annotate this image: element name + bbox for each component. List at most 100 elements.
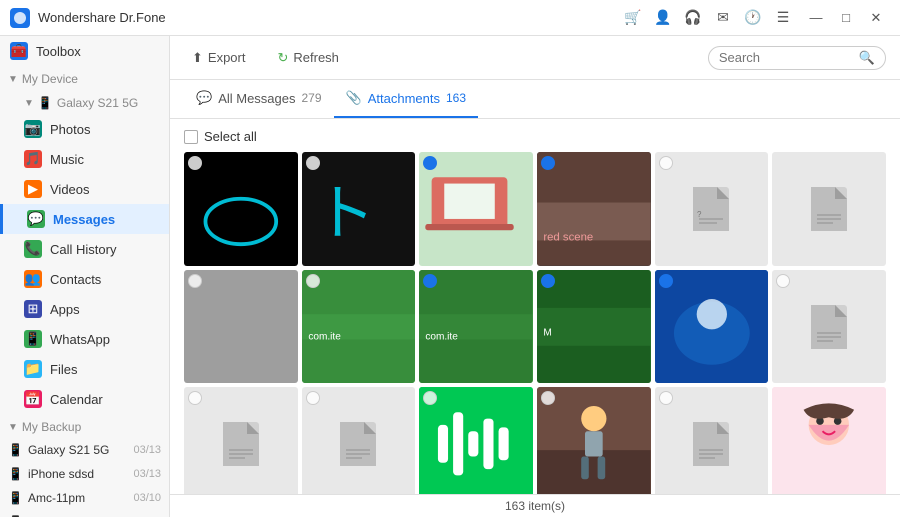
sidebar-item-messages[interactable]: 💬 Messages xyxy=(0,204,169,234)
messages-icon: 💬 xyxy=(27,210,45,228)
grid-cell-2-5[interactable] xyxy=(655,270,769,384)
sidebar-item-toolbox[interactable]: 🧰 Toolbox xyxy=(0,36,169,66)
grid-cell-3-2[interactable] xyxy=(302,387,416,494)
sidebar-section-my-backup[interactable]: ▼ My Backup xyxy=(0,414,169,438)
sidebar-item-contacts[interactable]: 👥 Contacts xyxy=(0,264,169,294)
select-all-checkbox[interactable] xyxy=(184,130,198,144)
grid-cell-2-2[interactable]: com.ite xyxy=(302,270,416,384)
sidebar-item-music[interactable]: 🎵 Music xyxy=(0,144,169,174)
cart-icon[interactable]: 🛒 xyxy=(624,9,642,27)
tab-all-messages[interactable]: 💬 All Messages 279 xyxy=(184,80,334,118)
music-icon: 🎵 xyxy=(24,150,42,168)
cell-checkbox[interactable] xyxy=(659,156,673,170)
export-button[interactable]: ⬆ Export xyxy=(184,46,253,70)
apps-icon: ⊞ xyxy=(24,300,42,318)
cell-checkbox[interactable] xyxy=(659,391,673,405)
backup-device-amc[interactable]: 📱 Amc-11pm 03/10 xyxy=(0,486,169,510)
grid-cell-2-1[interactable] xyxy=(184,270,298,384)
cell-checkbox[interactable] xyxy=(306,156,320,170)
attachments-label: Attachments xyxy=(368,91,440,106)
my-backup-label: My Backup xyxy=(22,420,81,434)
backup-device-icon: 📱 xyxy=(8,443,23,457)
sidebar-item-videos[interactable]: ▶ Videos xyxy=(0,174,169,204)
export-label: Export xyxy=(208,50,246,65)
sidebar-item-calendar[interactable]: 📅 Calendar xyxy=(0,384,169,414)
svg-text:?: ? xyxy=(697,210,702,219)
maximize-button[interactable]: □ xyxy=(832,4,860,32)
profile-icon[interactable]: 👤 xyxy=(654,9,672,27)
backup-device-date3: 03/10 xyxy=(133,492,161,504)
svg-text:M: M xyxy=(543,327,551,338)
select-all-row: Select all xyxy=(184,129,886,144)
grid-cell-2-4[interactable]: M xyxy=(537,270,651,384)
search-input[interactable] xyxy=(719,50,859,65)
backup-device-name3: Amc-11pm xyxy=(28,491,85,505)
window-controls: — □ ✕ xyxy=(802,4,890,32)
search-box[interactable]: 🔍 xyxy=(708,46,886,70)
grid-cell-2-6[interactable] xyxy=(772,270,886,384)
grid-cell-3-4[interactable] xyxy=(537,387,651,494)
cell-checkbox[interactable] xyxy=(306,274,320,288)
grid-cell-3-5[interactable] xyxy=(655,387,769,494)
backup-device-name: Galaxy S21 5G xyxy=(28,443,109,457)
sidebar-item-whatsapp[interactable]: 📱 WhatsApp xyxy=(0,324,169,354)
sidebar-device-galaxy[interactable]: ▼ 📱 Galaxy S21 5G xyxy=(0,90,169,114)
cell-checkbox[interactable] xyxy=(541,274,555,288)
main-layout: 🧰 Toolbox ▼ My Device ▼ 📱 Galaxy S21 5G … xyxy=(0,36,900,517)
device-name: Galaxy S21 5G xyxy=(57,96,138,110)
headset-icon[interactable]: 🎧 xyxy=(684,9,702,27)
grid-cell-3-1[interactable] xyxy=(184,387,298,494)
item-count: 163 item(s) xyxy=(505,499,565,513)
backup-device-iphone-sdsd[interactable]: 📱 iPhone sdsd 03/13 xyxy=(0,462,169,486)
refresh-button[interactable]: ↻ Refresh xyxy=(269,46,346,70)
grid-cell-1-5[interactable]: ? xyxy=(655,152,769,266)
sidebar-item-photos[interactable]: 📷 Photos xyxy=(0,114,169,144)
videos-label: Videos xyxy=(50,182,90,197)
menu-icon[interactable]: ☰ xyxy=(774,9,792,27)
sidebar-section-my-device[interactable]: ▼ My Device xyxy=(0,66,169,90)
attachments-count: 163 xyxy=(446,91,466,105)
cell-checkbox[interactable] xyxy=(776,274,790,288)
grid-cell-1-2[interactable]: ト xyxy=(302,152,416,266)
grid-cell-1-3[interactable] xyxy=(419,152,533,266)
cell-checkbox[interactable] xyxy=(659,274,673,288)
grid-cell-3-6[interactable] xyxy=(772,387,886,494)
grid-row-2: com.ite com.ite xyxy=(184,270,886,384)
backup-device-date2: 03/13 xyxy=(133,468,161,480)
tab-attachments[interactable]: 📎 Attachments 163 xyxy=(334,80,478,118)
export-icon: ⬆ xyxy=(192,50,203,66)
backup-device-galaxy[interactable]: 📱 Galaxy S21 5G 03/13 xyxy=(0,438,169,462)
cell-checkbox[interactable] xyxy=(423,274,437,288)
cell-checkbox[interactable] xyxy=(306,391,320,405)
refresh-label: Refresh xyxy=(293,50,339,65)
photos-icon: 📷 xyxy=(24,120,42,138)
grid-cell-1-6[interactable] xyxy=(772,152,886,266)
attachments-tab-icon: 📎 xyxy=(346,90,362,106)
close-button[interactable]: ✕ xyxy=(862,4,890,32)
cell-checkbox[interactable] xyxy=(188,156,202,170)
grid-row-1: ト xyxy=(184,152,886,266)
mail-icon[interactable]: ✉ xyxy=(714,9,732,27)
grid-cell-3-3[interactable] xyxy=(419,387,533,494)
calendar-label: Calendar xyxy=(50,392,103,407)
sidebar-item-apps[interactable]: ⊞ Apps xyxy=(0,294,169,324)
history-icon[interactable]: 🕐 xyxy=(744,9,762,27)
grid-cell-1-4[interactable]: red scene xyxy=(537,152,651,266)
call-history-icon: 📞 xyxy=(24,240,42,258)
backup-device-date: 03/13 xyxy=(133,444,161,456)
cell-checkbox[interactable] xyxy=(188,274,202,288)
cell-checkbox[interactable] xyxy=(541,156,555,170)
app-title: Wondershare Dr.Fone xyxy=(38,10,624,25)
all-messages-label: All Messages xyxy=(218,91,295,106)
titlebar: Wondershare Dr.Fone 🛒 👤 🎧 ✉ 🕐 ☰ — □ ✕ xyxy=(0,0,900,36)
backup-device-iphone13[interactable]: 📱 iPhone 13aaa 03/03 xyxy=(0,510,169,517)
contacts-label: Contacts xyxy=(50,272,101,287)
apps-label: Apps xyxy=(50,302,80,317)
svg-text:red scene: red scene xyxy=(543,231,593,243)
sidebar-item-call-history[interactable]: 📞 Call History xyxy=(0,234,169,264)
message-tab-icon: 💬 xyxy=(196,90,212,106)
grid-cell-2-3[interactable]: com.ite xyxy=(419,270,533,384)
sidebar-item-files[interactable]: 📁 Files xyxy=(0,354,169,384)
minimize-button[interactable]: — xyxy=(802,4,830,32)
grid-cell-1-1[interactable] xyxy=(184,152,298,266)
